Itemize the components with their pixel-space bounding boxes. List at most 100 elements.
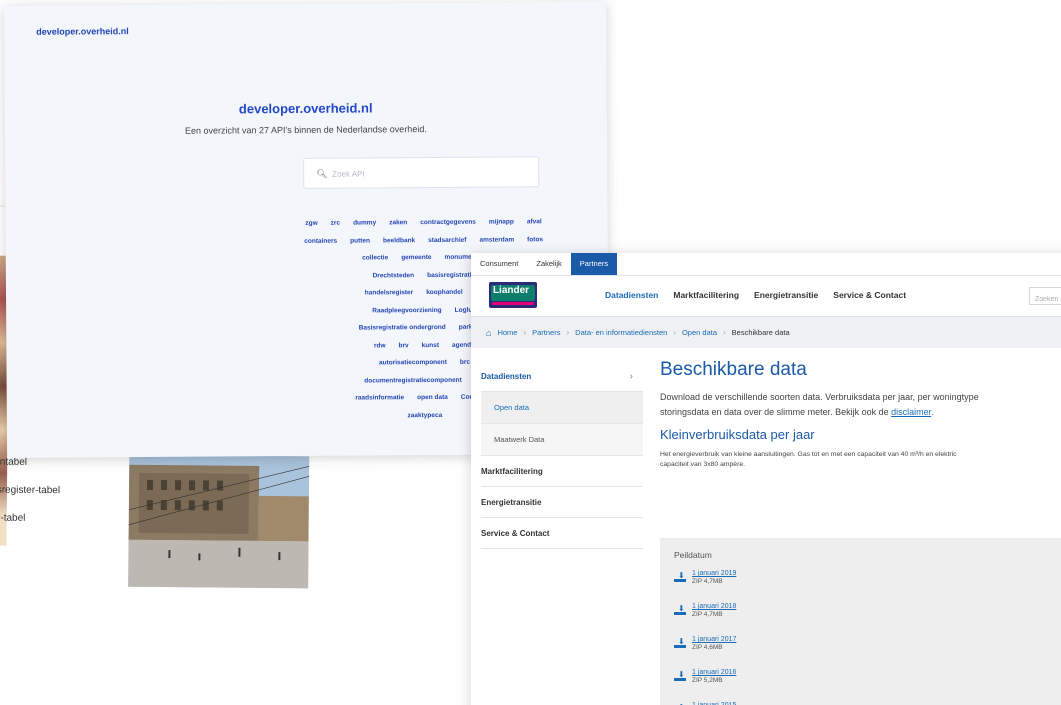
tag-link[interactable]: amsterdam [479,236,514,243]
sidebar-item-service-contact[interactable]: Service & Contact [481,518,643,549]
intro-end: . [931,407,934,417]
tag-link[interactable]: basisregistratie [427,271,475,278]
download-icon: ⬇ [674,572,686,582]
tab-partners[interactable]: Partners [570,253,618,275]
intro-line-1: Download de verschillende soorten data. … [660,392,979,402]
tag-link[interactable]: containers [304,237,337,244]
tag-link[interactable]: zaaktypeca [407,412,442,419]
tag-link[interactable]: zrc [331,220,340,227]
api-search-box[interactable]: 🔍︎ [303,156,540,189]
download-item[interactable]: ⬇ 1 januari 2017 ZIP 4,6MB [674,636,1061,669]
sidebar-item-marktfacilitering[interactable]: Marktfacilitering [481,456,643,487]
panel-title: Peildatum [674,550,712,560]
sidebar-subitem-open-data[interactable]: Open data [481,392,643,424]
sidebar-item-energietransitie[interactable]: Energietransitie [481,487,643,518]
tag-link[interactable]: documentregistratiecomponent [364,377,462,385]
breadcrumb-home[interactable]: Home [497,328,517,337]
tag-link[interactable]: afval [527,219,542,226]
intro-text: Download de verschillende soorten data. … [660,390,1061,420]
tag-link[interactable]: Raadpleegvoorziening [372,307,441,314]
liander-logo[interactable]: Liander [489,282,537,308]
section-description: Het energieverbruik van kleine aansluiti… [660,450,1061,470]
download-item[interactable]: ⬇ 1 januari 2018 ZIP 4,7MB [674,603,1061,636]
download-icon: ⬇ [674,605,686,615]
sidebar-item-datadiensten[interactable]: Datadiensten › [481,361,643,392]
tab-zakelijk[interactable]: Zakelijk [527,253,570,275]
tab-consument[interactable]: Consument [471,253,527,275]
intro-line-2: storingsdata en data over de slimme mete… [660,405,1061,420]
audience-tabs: Consument Zakelijk Partners [471,253,1061,275]
download-item[interactable]: ⬇ 1 januari 2016 ZIP 5,2MB [674,669,1061,702]
tag-link[interactable]: gemeente [401,254,431,261]
tag-link[interactable]: autorisatiecomponent [379,359,447,366]
description-line-2: capaciteit van 3x80 ampère. [660,461,746,468]
download-list: ⬇ 1 januari 2019 ZIP 4,7MB ⬇ 1 januari 2018 Z… [674,570,1061,705]
file-meta: ZIP 4,6MB [692,644,723,651]
site-logo[interactable]: developer.overheid.nl [36,26,129,37]
nav-energietransitie[interactable]: Energietransitie [754,290,818,300]
download-link[interactable]: 1 januari 2018 [692,603,736,610]
tag-link[interactable]: mijnapp [489,219,514,226]
download-tray [674,579,686,582]
download-tray [674,612,686,615]
file-meta: ZIP 5,2MB [692,677,723,684]
tag-link[interactable]: raadsinformatie [355,394,404,401]
nav-service-contact[interactable]: Service & Contact [833,290,906,300]
tag-link[interactable]: brv [399,342,409,349]
site-search[interactable] [1029,287,1061,308]
download-tray [674,645,686,648]
download-item[interactable]: ⬇ 1 januari 2019 ZIP 4,7MB [674,570,1061,603]
tag-link[interactable]: stadsarchief [428,237,466,244]
download-text: 1 januari 2019 ZIP 4,7MB [692,570,736,585]
download-link[interactable]: 1 januari 2019 [692,570,736,577]
tag-link[interactable]: contractgegevens [420,219,476,226]
tag-link[interactable]: rdw [374,342,386,349]
tag-link[interactable]: open data [417,394,448,401]
tag-link[interactable]: Basisregistratie ondergrond [359,324,446,332]
main-nav: Liander Datadiensten Marktfacilitering E… [471,275,1061,317]
list-item[interactable]: sentabel [0,456,114,485]
breadcrumb: ⌂ Home › Partners › Data- en informatied… [471,317,1061,348]
nav-marktfacilitering[interactable]: Marktfacilitering [673,290,739,300]
main-content: Beschikbare data Download de verschillen… [660,359,1061,470]
download-icon: ⬇ [674,671,686,681]
file-meta: ZIP 4,7MB [692,611,723,618]
tag-link[interactable]: kunst [422,342,439,349]
logo-text: Liander [492,285,530,296]
disclaimer-link[interactable]: disclaimer [891,407,931,417]
chevron-right-icon: › [523,328,527,337]
breadcrumb-partners[interactable]: Partners [532,328,560,337]
list-item[interactable]: elsregister-tabel [0,484,114,513]
sidebar-subitem-maatwerk-data[interactable]: Maatwerk Data [481,424,643,456]
nav-items: Datadiensten Marktfacilitering Energietr… [605,290,906,300]
tag-link[interactable]: beeldbank [383,237,415,244]
tag-link[interactable]: zgw [305,220,317,227]
site-search-input[interactable] [1030,291,1061,308]
downloads-panel: Peildatum ⬇ 1 januari 2019 ZIP 4,7MB ⬇ 1 jan… [660,538,1061,705]
breadcrumb-open-data[interactable]: Open data [682,328,717,337]
download-link[interactable]: 1 januari 2016 [692,669,736,676]
list-item[interactable]: ter-tabel [0,512,114,541]
breadcrumb-data-informatiediensten[interactable]: Data- en informatiediensten [575,328,667,337]
home-icon[interactable]: ⌂ [486,328,491,338]
logo-stripe [492,302,534,305]
tag-link[interactable]: putten [350,237,370,244]
tag-link[interactable]: fotos [527,236,543,243]
table-list: sentabel elsregister-tabel ter-tabel [0,456,114,541]
search-input[interactable] [332,164,523,182]
tag-link[interactable]: zaken [389,219,407,226]
chevron-right-icon: › [566,328,570,337]
tag-link[interactable]: handelsregister [365,289,413,296]
tag-link[interactable]: dummy [353,220,376,227]
breadcrumb-current: Beschikbare data [731,328,790,337]
tag-link[interactable]: koophandel [426,289,463,296]
download-link[interactable]: 1 januari 2017 [692,636,736,643]
tag-link[interactable]: Drechtsteden [373,272,415,279]
download-text: 1 januari 2018 ZIP 4,7MB [692,603,736,618]
page-title: developer.overheid.nl [238,100,373,117]
tag-link[interactable]: brc [460,359,470,366]
chevron-right-icon: › [629,371,633,382]
section-heading: Kleinverbruiksdata per jaar [660,427,815,442]
nav-datadiensten[interactable]: Datadiensten [605,290,658,300]
tag-link[interactable]: collectie [362,255,388,262]
